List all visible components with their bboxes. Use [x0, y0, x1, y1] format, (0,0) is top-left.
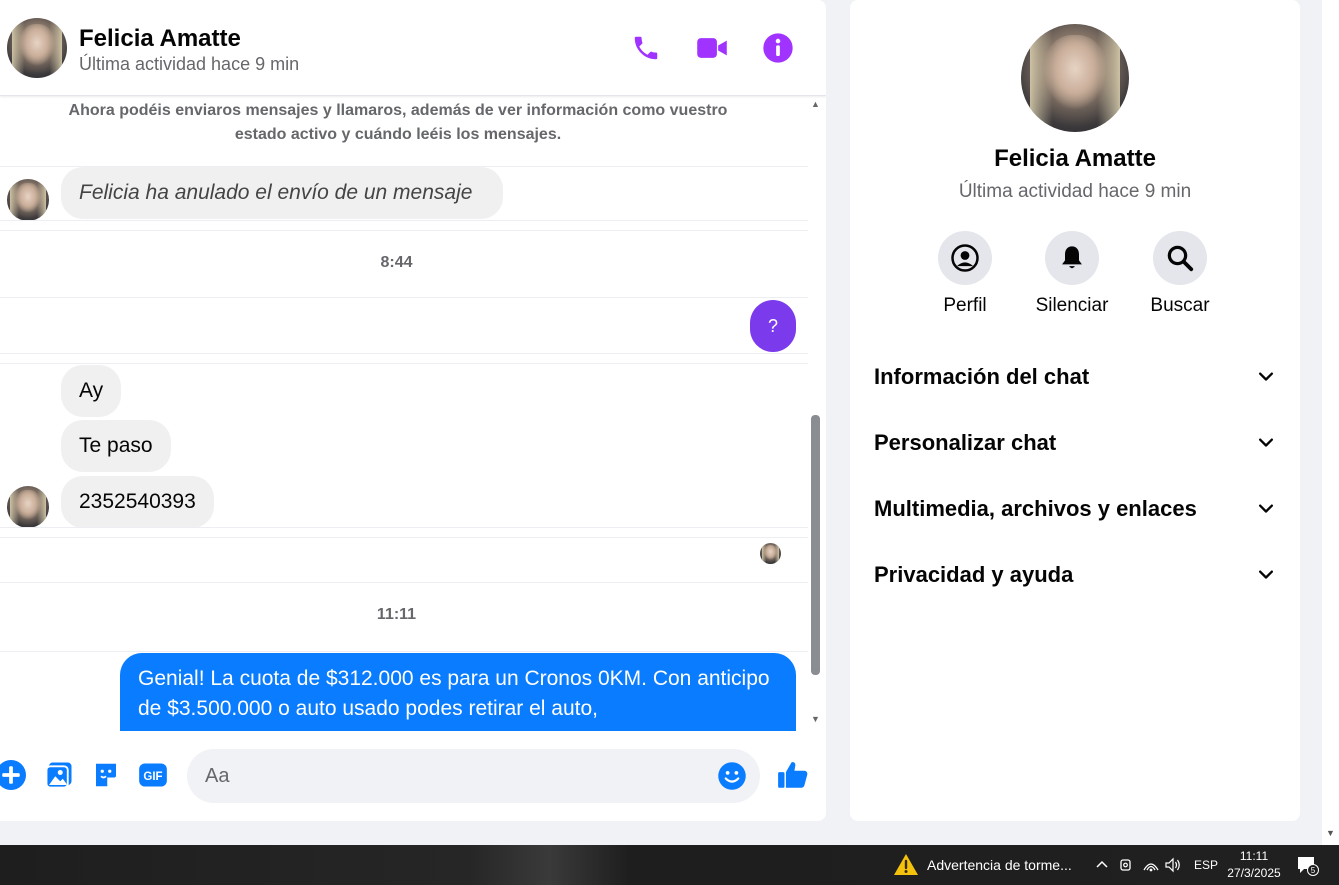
chevron-down-icon	[1259, 570, 1273, 579]
incoming-message[interactable]: Ay	[61, 365, 122, 417]
message-avatar[interactable]	[7, 486, 49, 528]
contact-status: Última actividad hace 9 min	[79, 54, 300, 74]
profile-status: Última actividad hace 9 min	[958, 181, 1192, 202]
emoji-icon[interactable]	[717, 761, 747, 791]
wifi-icon[interactable]	[1142, 845, 1160, 885]
divider	[0, 537, 808, 538]
divider	[0, 297, 808, 298]
scroll-down-arrow-icon[interactable]: ▼	[811, 714, 820, 724]
timestamp-separator: 8:44	[380, 254, 413, 271]
section-label: Personalizar chat	[874, 430, 1057, 455]
system-note: Ahora podéis enviaros mensajes y llamaro…	[68, 102, 728, 143]
page-scrollbar[interactable]: ▼	[1322, 0, 1339, 845]
action-label: Silenciar	[1035, 295, 1109, 316]
clock-date: 27/3/2025	[1227, 866, 1281, 880]
chat-header: Felicia Amatte Última actividad hace 9 m…	[0, 0, 826, 96]
section-chat-info[interactable]: Información del chat	[874, 357, 1276, 397]
action-label: Buscar	[1150, 295, 1210, 316]
weather-warning-widget[interactable]: Advertencia de torme...	[893, 845, 1072, 885]
outgoing-message[interactable]: Genial! La cuota de $312.000 es para un …	[120, 653, 796, 731]
contact-name[interactable]: Felicia Amatte	[79, 25, 241, 53]
photo-gallery-icon[interactable]	[44, 760, 74, 790]
message-input[interactable]	[205, 749, 705, 803]
section-privacy-help[interactable]: Privacidad y ayuda	[874, 555, 1276, 595]
message-composer: GIF	[0, 732, 826, 821]
profile-avatar[interactable]	[1021, 24, 1129, 132]
mute-action-button[interactable]: Silenciar	[1022, 231, 1122, 317]
divider	[0, 220, 808, 221]
divider	[0, 363, 808, 364]
search-icon	[1153, 231, 1207, 285]
section-label: Información del chat	[874, 364, 1090, 389]
timestamp-separator: 11:11	[376, 606, 417, 623]
message-input-box[interactable]	[187, 749, 760, 803]
plus-icon[interactable]	[0, 760, 26, 790]
section-label: Multimedia, archivos y enlaces	[874, 496, 1197, 521]
chat-panel: Felicia Amatte Última actividad hace 9 m…	[0, 0, 826, 821]
contact-avatar[interactable]	[7, 18, 67, 78]
search-action-button[interactable]: Buscar	[1130, 231, 1230, 317]
phone-icon[interactable]	[626, 28, 666, 68]
chevron-down-icon	[1259, 438, 1273, 447]
section-label: Privacidad y ayuda	[874, 562, 1074, 587]
divider	[0, 527, 808, 528]
input-language-indicator[interactable]: ESP	[1194, 845, 1218, 885]
bell-icon	[1045, 231, 1099, 285]
chevron-down-icon	[1259, 372, 1273, 381]
profile-action-button[interactable]: Perfil	[915, 231, 1015, 317]
notification-count: 5	[1311, 866, 1316, 875]
weather-warning-text: Advertencia de torme...	[927, 857, 1072, 873]
contact-info-panel: Felicia Amatte Última actividad hace 9 m…	[850, 0, 1300, 821]
svg-text:GIF: GIF	[143, 771, 162, 783]
section-customize-chat[interactable]: Personalizar chat	[874, 423, 1276, 463]
storm-warning-icon	[894, 854, 918, 875]
message-scrollbar[interactable]: ▲ ▼	[808, 97, 824, 731]
thumbs-up-icon[interactable]	[776, 758, 810, 792]
action-label: Perfil	[943, 295, 987, 316]
scroll-thumb[interactable]	[811, 415, 820, 675]
info-icon[interactable]	[758, 28, 798, 68]
profile-icon	[938, 231, 992, 285]
gif-icon[interactable]: GIF	[138, 760, 168, 790]
system-clock[interactable]: 11:11 27/3/2025	[1222, 848, 1286, 882]
show-hidden-icons-chevron-icon[interactable]	[1094, 845, 1110, 885]
section-media-files-links[interactable]: Multimedia, archivos y enlaces	[874, 489, 1276, 529]
divider	[0, 230, 808, 231]
notification-center-icon[interactable]: 5	[1296, 845, 1320, 885]
scroll-up-arrow-icon[interactable]: ▲	[811, 99, 820, 109]
read-receipt-avatar	[760, 543, 781, 564]
meet-now-icon[interactable]	[1118, 845, 1134, 885]
volume-icon[interactable]	[1164, 845, 1182, 885]
incoming-message[interactable]: 2352540393	[61, 476, 214, 528]
message-list[interactable]: Ahora podéis enviaros mensajes y llamaro…	[0, 97, 808, 731]
outgoing-message[interactable]: ?	[750, 300, 796, 352]
divider	[0, 582, 808, 583]
message-avatar[interactable]	[7, 179, 49, 221]
clock-time: 11:11	[1239, 849, 1269, 863]
unsent-message-note: Felicia ha anulado el envío de un mensaj…	[61, 167, 503, 219]
scroll-down-arrow-icon[interactable]: ▼	[1326, 828, 1335, 838]
sticker-icon[interactable]	[91, 760, 121, 790]
incoming-message[interactable]: Te paso	[61, 420, 171, 472]
divider	[0, 651, 808, 652]
profile-name: Felicia Amatte	[994, 145, 1156, 172]
windows-taskbar: Advertencia de torme... ESP 11:11 27/3/2…	[0, 845, 1339, 885]
chevron-down-icon	[1259, 504, 1273, 513]
divider	[0, 353, 808, 354]
video-camera-icon[interactable]	[692, 28, 732, 68]
